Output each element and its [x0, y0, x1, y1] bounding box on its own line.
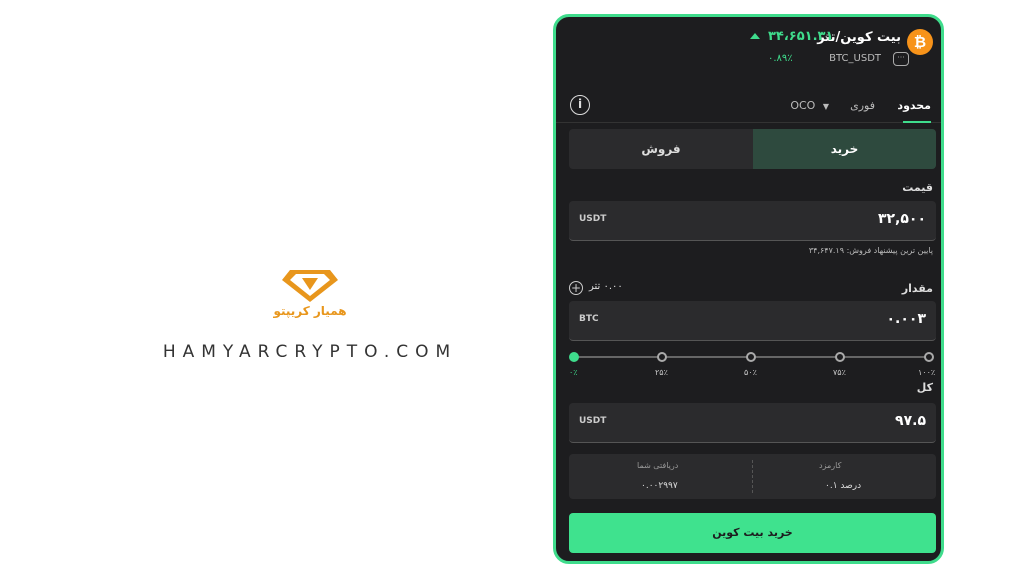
- total-input[interactable]: USDT ۹۷.۵: [569, 403, 936, 443]
- receive-value: ۰.۰۰۲۹۹۷: [641, 481, 678, 491]
- deposit-plus-icon[interactable]: +: [569, 281, 583, 295]
- tab-limit[interactable]: محدود: [897, 99, 931, 112]
- price-input[interactable]: USDT ۳۲,۵۰۰: [569, 201, 936, 241]
- slider-stop-25[interactable]: [657, 352, 667, 362]
- oco-label: OCO: [790, 99, 816, 112]
- tab-oco[interactable]: OCO ▼: [790, 99, 829, 112]
- fee-value: ۰.۱ درصد: [825, 481, 862, 491]
- amount-currency: BTC: [579, 314, 599, 324]
- sell-tab[interactable]: فروش: [569, 129, 753, 169]
- receive-title: دریافتی شما: [637, 461, 679, 470]
- caret-down-icon: ▼: [822, 102, 829, 111]
- total-label: کل: [916, 381, 933, 394]
- price-value: ۳۲,۵۰۰: [877, 211, 926, 227]
- last-price: ۳۴،۶۵۱.۳۱: [768, 29, 834, 44]
- slider-label-50: ۵۰٪: [744, 368, 757, 377]
- available-balance: ۰.۰۰ تتر: [589, 281, 623, 292]
- buy-bitcoin-button[interactable]: خرید بیت کوین: [569, 513, 936, 553]
- brand-block: همیار کریپتو HAMYARCRYPTO.COM: [140, 262, 480, 362]
- trading-app-frame: ₿ بیت کوین/تتر ⌄ ··· BTC_USDT ۳۴،۶۵۱.۳۱ …: [553, 14, 944, 564]
- tab-market[interactable]: فوری: [850, 99, 875, 112]
- slider-label-0: ۰٪: [569, 368, 578, 377]
- fee-divider: [752, 460, 753, 493]
- tab-indicator: [903, 121, 931, 123]
- amount-label: مقدار: [901, 282, 933, 295]
- info-icon[interactable]: i: [570, 95, 590, 115]
- brand-name-fa: همیار کریپتو: [273, 304, 347, 318]
- slider-stop-50[interactable]: [746, 352, 756, 362]
- fee-summary: دریافتی شما ۰.۰۰۲۹۹۷ کارمزد ۰.۱ درصد: [569, 454, 936, 499]
- order-type-tabs: محدود فوری OCO ▼ i: [556, 89, 941, 123]
- slider-stop-0[interactable]: [569, 352, 579, 362]
- price-currency: USDT: [579, 214, 607, 224]
- pair-symbol: BTC_USDT: [829, 53, 881, 64]
- buy-tab[interactable]: خرید: [753, 129, 936, 169]
- lowest-ask-hint: پایین ترین پیشنهاد فروش: ۳۴,۶۴۷.۱۹: [808, 246, 933, 255]
- slider-stop-75[interactable]: [835, 352, 845, 362]
- brand-name-en: HAMYARCRYPTO.COM: [162, 342, 458, 362]
- total-currency: USDT: [579, 416, 607, 426]
- price-up-icon: [750, 33, 760, 39]
- amount-value: ۰.۰۰۳: [886, 311, 927, 327]
- price-change: ۰.۸۹٪: [768, 53, 793, 64]
- price-label: قیمت: [902, 181, 933, 194]
- bitcoin-icon: ₿: [907, 29, 933, 55]
- market-header: ₿ بیت کوین/تتر ⌄ ··· BTC_USDT ۳۴،۶۵۱.۳۱ …: [556, 17, 941, 89]
- slider-label-25: ۲۵٪: [655, 368, 668, 377]
- buy-sell-switch: فروش خرید: [569, 129, 936, 169]
- amount-input[interactable]: BTC ۰.۰۰۳: [569, 301, 936, 341]
- fee-title: کارمزد: [819, 461, 842, 470]
- slider-label-75: ۷۵٪: [833, 368, 846, 377]
- diamond-logo-icon: [282, 270, 338, 302]
- more-options-icon[interactable]: ···: [893, 52, 909, 66]
- amount-slider[interactable]: [569, 351, 934, 363]
- total-value: ۹۷.۵: [895, 413, 926, 429]
- slider-label-100: ۱۰۰٪: [918, 368, 936, 377]
- slider-stop-100[interactable]: [924, 352, 934, 362]
